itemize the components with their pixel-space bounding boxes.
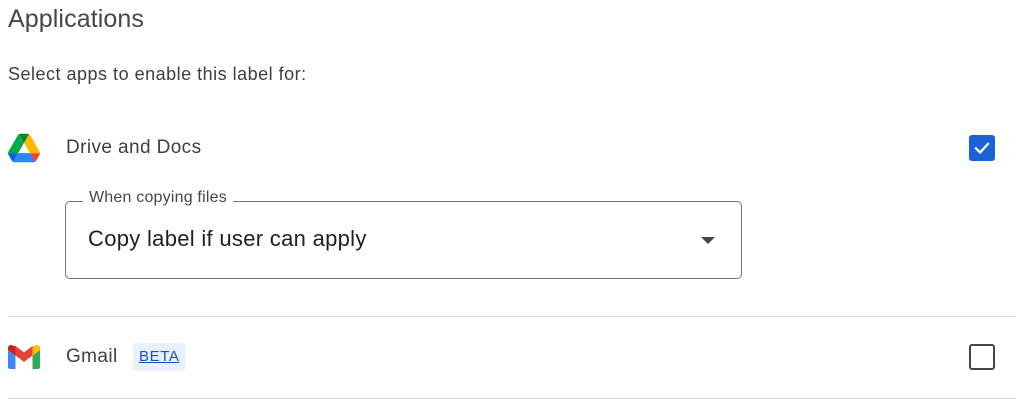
section-title: Applications xyxy=(8,5,145,33)
copy-files-select-value: Copy label if user can apply xyxy=(88,226,367,251)
dropdown-arrow-icon xyxy=(701,237,715,244)
gmail-enable-checkbox[interactable] xyxy=(969,344,995,370)
section-subtitle: Select apps to enable this label for: xyxy=(8,64,307,84)
app-label-gmail: Gmail xyxy=(66,346,118,367)
app-label-drive: Drive and Docs xyxy=(66,137,202,158)
google-drive-icon xyxy=(8,133,40,163)
beta-badge[interactable]: BETA xyxy=(133,343,186,371)
applications-section: Applications Select apps to enable this … xyxy=(0,0,1024,405)
divider xyxy=(8,316,1016,317)
app-row-drive: Drive and Docs xyxy=(0,120,1024,176)
divider xyxy=(8,398,1016,399)
app-row-gmail: Gmail BETA xyxy=(0,329,1024,385)
copy-files-select-label: When copying files xyxy=(83,189,233,207)
gmail-icon xyxy=(8,344,40,369)
copy-files-select[interactable]: When copying files Copy label if user ca… xyxy=(65,189,742,279)
drive-enable-checkbox[interactable] xyxy=(969,135,995,161)
checkmark-icon xyxy=(974,142,990,155)
